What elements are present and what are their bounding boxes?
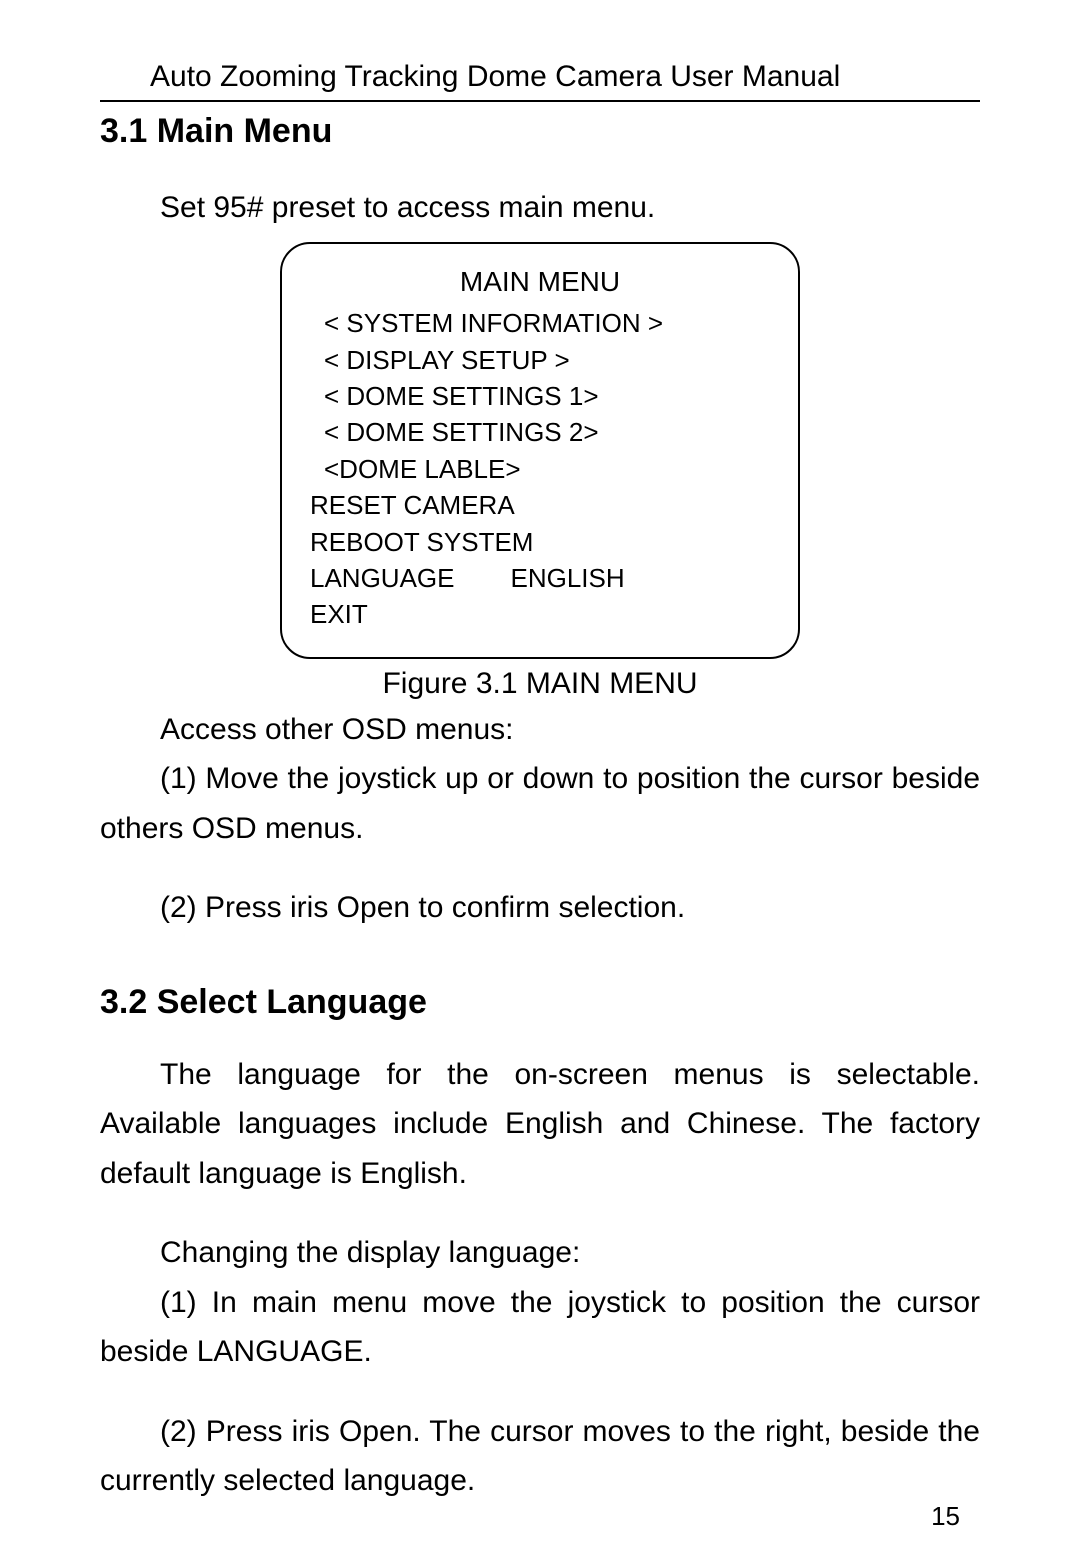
figure-caption: Figure 3.1 MAIN MENU <box>100 667 980 701</box>
section-3-1-intro: Set 95# preset to access main menu. <box>100 185 980 230</box>
section-3-2-step-2: (2) Press iris Open. The cursor moves to… <box>100 1407 980 1506</box>
menu-item-dome-settings-1: < DOME SETTINGS 1> <box>310 378 770 414</box>
menu-language-value: ENGLISH <box>511 560 625 596</box>
section-3-2-intro: The language for the on-screen menus is … <box>100 1050 980 1199</box>
access-osd-label: Access other OSD menus: <box>100 705 980 755</box>
main-menu-box: MAIN MENU < SYSTEM INFORMATION > < DISPL… <box>280 242 800 659</box>
menu-item-dome-lable: <DOME LABLE> <box>310 451 770 487</box>
menu-item-reset-camera: RESET CAMERA <box>310 487 770 523</box>
section-3-1-step-2: (2) Press iris Open to confirm selection… <box>100 883 980 933</box>
section-3-2-title: 3.2 Select Language <box>100 983 980 1022</box>
section-3-2-step-1: (1) In main menu move the joystick to po… <box>100 1278 980 1377</box>
menu-language-key: LANGUAGE <box>310 560 455 596</box>
menu-item-reboot-system: REBOOT SYSTEM <box>310 524 770 560</box>
section-3-1-step-1: (1) Move the joystick up or down to posi… <box>100 754 980 853</box>
page-number: 15 <box>931 1501 960 1532</box>
change-language-label: Changing the display language: <box>100 1228 980 1278</box>
section-3-1-title: 3.1 Main Menu <box>100 112 980 151</box>
page-header: Auto Zooming Tracking Dome Camera User M… <box>100 60 980 102</box>
menu-item-dome-settings-2: < DOME SETTINGS 2> <box>310 414 770 450</box>
menu-item-system-information: < SYSTEM INFORMATION > <box>310 305 770 341</box>
menu-title: MAIN MENU <box>310 262 770 301</box>
menu-item-display-setup: < DISPLAY SETUP > <box>310 342 770 378</box>
menu-item-exit: EXIT <box>310 596 770 632</box>
menu-item-language: LANGUAGE ENGLISH <box>310 560 770 596</box>
